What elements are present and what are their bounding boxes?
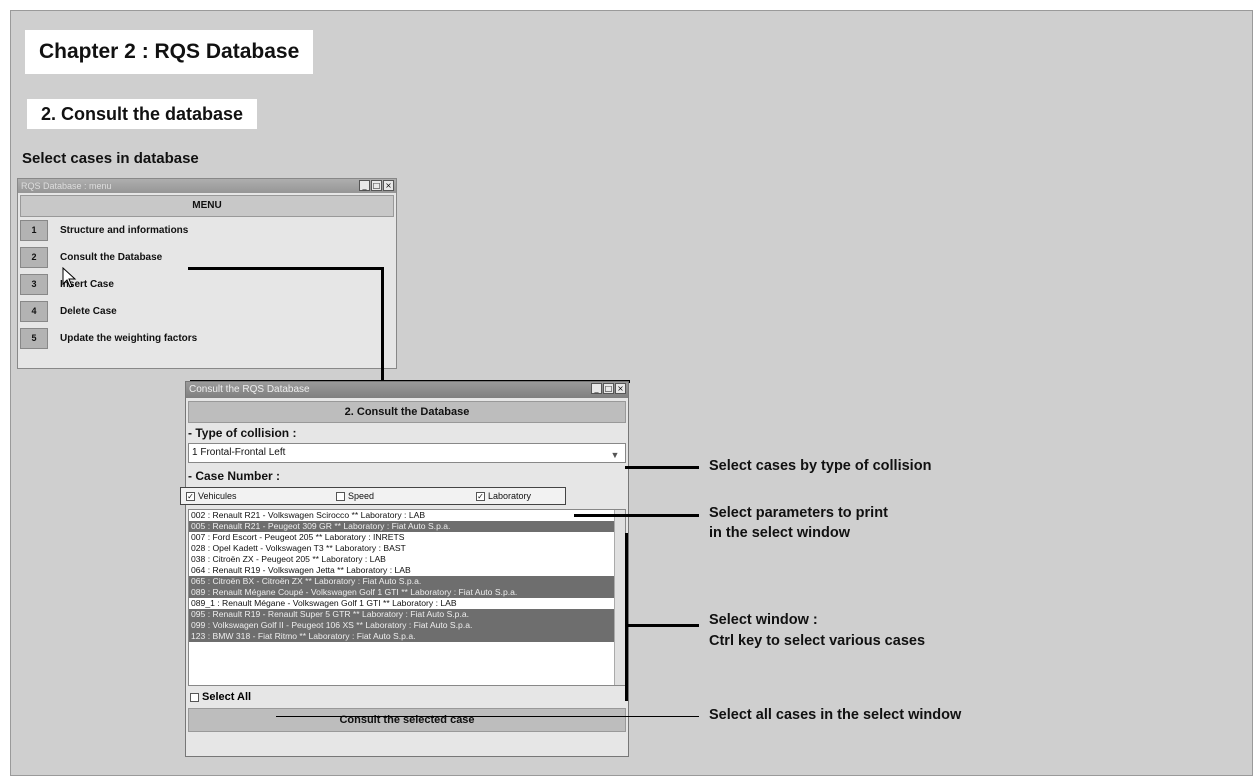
connector-line [381, 267, 384, 381]
consult-window-titlebar[interactable]: Consult the RQS Database _ □ × [186, 382, 628, 398]
maximize-button[interactable]: □ [371, 180, 382, 191]
case-list-item[interactable]: 005 : Renault R21 - Peugeot 309 GR ** La… [189, 521, 625, 532]
annotation-line [625, 466, 699, 469]
checkbox-checked-icon[interactable]: ✓ [476, 491, 485, 501]
select-heading: Select cases in database [22, 150, 199, 167]
case-list-item[interactable]: 095 : Renault R19 - Renault Super 5 GTR … [189, 609, 625, 620]
consult-header: 2. Consult the Database [188, 401, 626, 423]
menu-item-label: Consult the Database [60, 252, 163, 263]
collision-type-select[interactable]: 1 Frontal-Frontal Left ▼ [188, 443, 626, 463]
consult-selected-case-button[interactable]: Consult the selected case [188, 708, 626, 732]
menu-item-number[interactable]: 1 [20, 220, 48, 241]
select-all-checkbox[interactable] [190, 692, 199, 702]
menu-item-number[interactable]: 2 [20, 247, 48, 268]
consult-window: Consult the RQS Database _ □ × 2. Consul… [180, 381, 629, 757]
mouse-cursor-icon [62, 267, 77, 288]
case-list-item[interactable]: 089 : Renault Mégane Coupé - Volkswagen … [189, 587, 625, 598]
type-of-collision-label: - Type of collision : [188, 426, 297, 440]
annotation-select-all: Select all cases in the select window [709, 707, 962, 723]
menu-item-delete[interactable]: 4 Delete Case [20, 298, 396, 325]
checkbox-speed[interactable]: Speed [331, 491, 471, 501]
case-list-item[interactable]: 065 : Citroën BX - Citroën ZX ** Laborat… [189, 576, 625, 587]
window-title: RQS Database : menu [21, 181, 112, 191]
case-list-item[interactable]: 028 : Opel Kadett - Volkswagen T3 ** Lab… [189, 543, 625, 554]
checkbox-laboratory[interactable]: ✓ Laboratory [471, 491, 531, 501]
menu-item-label: Delete Case [60, 306, 117, 317]
case-list-item[interactable]: 123 : BMW 318 - Fiat Ritmo ** Laboratory… [189, 631, 625, 642]
window-title: Consult the RQS Database [189, 384, 310, 395]
annotation-params-line1: Select parameters to print [709, 505, 888, 521]
select-all-label: Select All [202, 691, 252, 703]
checkbox-unchecked-icon[interactable] [336, 491, 345, 501]
menu-header: MENU [20, 195, 394, 217]
case-list-item[interactable]: 089_1 : Renault Mégane - Volkswagen Golf… [189, 598, 625, 609]
menu-item-number[interactable]: 5 [20, 328, 48, 349]
annotation-line [574, 514, 699, 517]
annotation-line [625, 624, 699, 627]
minimize-button[interactable]: _ [359, 180, 370, 191]
menu-item-label: Structure and informations [60, 225, 189, 236]
menu-item-number[interactable]: 3 [20, 274, 48, 295]
collision-type-value: 1 Frontal-Frontal Left [192, 447, 286, 458]
dropdown-arrow-icon[interactable]: ▼ [608, 446, 622, 460]
close-button[interactable]: × [383, 180, 394, 191]
menu-item-number[interactable]: 4 [20, 301, 48, 322]
page-title: Chapter 2 : RQS Database [25, 30, 314, 74]
select-all-row[interactable]: Select All [186, 686, 628, 708]
checkbox-label: Speed [348, 491, 375, 501]
annotation-bracket [625, 533, 628, 701]
close-button[interactable]: × [615, 383, 626, 394]
annotation-line [276, 716, 699, 717]
checkbox-vehicules[interactable]: ✓ Vehicules [181, 491, 331, 501]
menu-window: RQS Database : menu _ □ × MENU 1 Structu… [17, 178, 397, 369]
case-list-item[interactable]: 002 : Renault R21 - Volkswagen Scirocco … [189, 510, 625, 521]
checkbox-label: Vehicules [198, 491, 237, 501]
case-list-item[interactable]: 038 : Citroën ZX - Peugeot 205 ** Labora… [189, 554, 625, 565]
connector-line [188, 267, 384, 270]
case-list-item[interactable]: 007 : Ford Escort - Peugeot 205 ** Labor… [189, 532, 625, 543]
parameter-checkboxes: ✓ Vehicules Speed ✓ Laboratory [180, 487, 566, 505]
case-number-label: - Case Number : [188, 469, 281, 483]
checkbox-checked-icon[interactable]: ✓ [186, 491, 195, 501]
menu-item-label: Update the weighting factors [60, 333, 198, 344]
section-title: 2. Consult the database [27, 99, 258, 129]
menu-item-structure[interactable]: 1 Structure and informations [20, 217, 396, 244]
checkbox-label: Laboratory [488, 491, 532, 501]
annotation-window-line2: Ctrl key to select various cases [709, 633, 926, 649]
annotation-window-line1: Select window : [709, 612, 818, 628]
case-list-item[interactable]: 099 : Volkswagen Golf II - Peugeot 106 X… [189, 620, 625, 631]
case-list-item[interactable]: 064 : Renault R19 - Volkswagen Jetta ** … [189, 565, 625, 576]
annotation-type: Select cases by type of collision [709, 458, 932, 474]
menu-window-titlebar[interactable]: RQS Database : menu _ □ × [18, 179, 396, 193]
annotation-params-line2: in the select window [709, 525, 850, 541]
minimize-button[interactable]: _ [591, 383, 602, 394]
list-scrollbar[interactable] [614, 510, 625, 685]
maximize-button[interactable]: □ [603, 383, 614, 394]
case-select-list[interactable]: 002 : Renault R21 - Volkswagen Scirocco … [188, 509, 626, 686]
menu-item-update[interactable]: 5 Update the weighting factors [20, 325, 396, 352]
